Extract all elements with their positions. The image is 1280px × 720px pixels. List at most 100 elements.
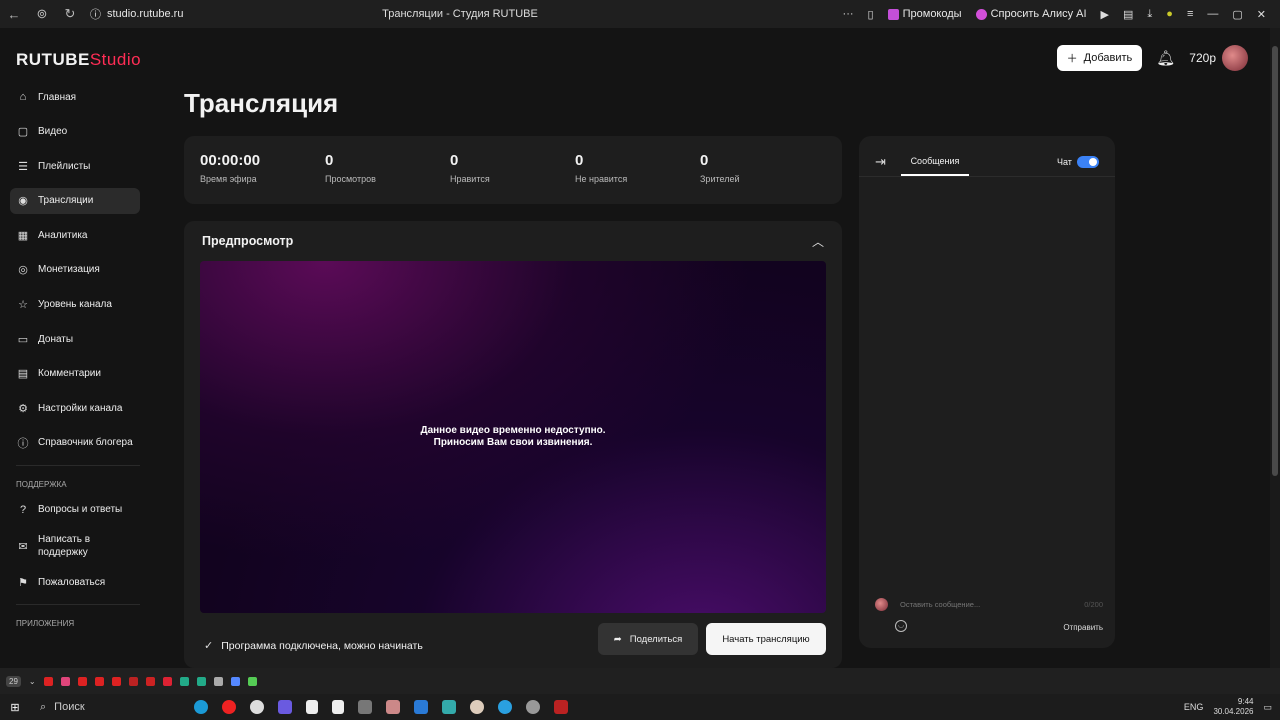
browser-tab[interactable] [179, 676, 189, 686]
sidebar-item-report[interactable]: ⚑ Пожаловаться [10, 570, 140, 596]
chat-panel: ⇥ Сообщения Чат 0/200 ◡ Отправить [859, 136, 1115, 648]
browser-tab[interactable] [111, 676, 121, 686]
tab-favicon-icon [145, 676, 155, 686]
bookmark-icon[interactable]: ▯ [868, 8, 874, 21]
start-broadcast-button[interactable]: Начать трансляцию [706, 623, 826, 655]
more-icon[interactable]: ··· [843, 8, 854, 20]
promo-button[interactable]: Промокоды [887, 8, 962, 20]
tab-messages[interactable]: Сообщения [901, 156, 969, 176]
page-scrollbar[interactable] [1270, 28, 1280, 668]
maximize-icon[interactable]: ▢ [1232, 8, 1242, 21]
windows-start-icon[interactable]: ⊞ [0, 701, 30, 714]
chevron-down-icon[interactable]: ⌄ [29, 677, 36, 686]
sidebar-item-monetization[interactable]: ◎ Монетизация [10, 257, 140, 283]
alice-icon [975, 8, 987, 20]
taskbar-search[interactable]: ⌕ Поиск [30, 701, 170, 714]
preview-title: Предпросмотр [202, 234, 294, 248]
alice-button[interactable]: Спросить Алису AI [975, 8, 1087, 20]
tab-favicon-icon [196, 676, 206, 686]
browser-tab[interactable] [162, 676, 172, 686]
sidebar-item-broadcasts[interactable]: ◉ Трансляции [10, 187, 140, 214]
collapse-panel-icon[interactable]: ⇥ [875, 154, 886, 170]
browser-tab[interactable] [213, 676, 223, 686]
app-icon[interactable] [554, 700, 568, 714]
app-icon[interactable] [278, 700, 292, 714]
yandex-app-icon[interactable] [222, 700, 236, 714]
browser-tab[interactable] [94, 676, 104, 686]
lang-indicator[interactable]: ENG [1184, 702, 1204, 712]
extensions-icon[interactable]: ⊚ [28, 6, 56, 22]
clock[interactable]: 9:44 30.04.2026 [1213, 697, 1253, 717]
share-button[interactable]: ➦ Поделиться [598, 623, 698, 655]
sidebar-item-analytics[interactable]: ▦ Аналитика [10, 222, 140, 248]
file-icon[interactable] [332, 700, 344, 714]
promo-icon [887, 8, 899, 20]
video-player[interactable]: Данное видео временно недоступно. Принос… [200, 261, 826, 613]
sidebar-item-settings[interactable]: ⚙ Настройки канала [10, 395, 140, 421]
sidebar-item-donations[interactable]: ▭ Донаты [10, 326, 140, 352]
browser-tab[interactable] [145, 676, 155, 686]
emoji-icon[interactable]: ◡ [895, 620, 907, 632]
chat-message-input[interactable] [900, 599, 1085, 609]
collections-icon[interactable]: ▤ [1123, 8, 1133, 21]
browser-tab[interactable] [128, 676, 138, 686]
account-menu[interactable]: 720р [1189, 45, 1248, 71]
browser-tab[interactable] [60, 676, 70, 686]
chat-toggle[interactable] [1077, 156, 1099, 168]
chevron-up-icon[interactable]: ︿ [812, 233, 824, 250]
sidebar-item-home[interactable]: ⌂ Главная [10, 84, 140, 110]
stat-value: 0 [450, 152, 459, 169]
sidebar-item-blogger-guide[interactable]: ⓘ Справочник блогера [10, 430, 140, 456]
reload-icon[interactable]: ↻ [56, 6, 84, 22]
browser-tab[interactable] [196, 676, 206, 686]
add-button[interactable]: ＋ Добавить [1056, 45, 1143, 71]
app-icon[interactable] [414, 700, 428, 714]
site-info-icon[interactable]: ⓘ [90, 6, 101, 22]
download-icon[interactable]: ⤓ [1147, 8, 1152, 21]
extension-icon[interactable]: ● [1166, 8, 1173, 20]
browser-tab[interactable] [247, 676, 257, 686]
app-icon[interactable] [386, 700, 400, 714]
stat-label: Просмотров [325, 174, 376, 184]
notifications-bell-icon[interactable]: 🔔︎ [1156, 49, 1175, 67]
media-icon[interactable]: ▶ [1101, 8, 1109, 21]
browser-tab[interactable] [230, 676, 240, 686]
chrome-app-icon[interactable] [250, 700, 264, 714]
playlist-icon: ☰ [18, 160, 28, 173]
add-button-label: Добавить [1083, 52, 1133, 64]
broadcast-icon: ◉ [18, 195, 28, 208]
chat-toggle-label: Чат [1057, 157, 1072, 167]
comments-icon: ▤ [17, 368, 29, 381]
close-icon[interactable]: ✕ [1257, 8, 1266, 21]
yandex-browser-app-icon[interactable] [470, 700, 484, 714]
back-icon[interactable]: ← [0, 7, 28, 22]
tab-favicon-icon [128, 676, 138, 686]
minimize-icon[interactable]: — [1207, 8, 1218, 20]
sidebar-item-comments[interactable]: ▤ Комментарии [10, 361, 140, 387]
app-icon[interactable] [442, 700, 456, 714]
sidebar-item-contact-support[interactable]: ✉ Написать в поддержку [10, 531, 140, 561]
menu-icon[interactable]: ≡ [1187, 8, 1193, 20]
sidebar-item-faq[interactable]: ? Вопросы и ответы [10, 497, 140, 523]
sidebar: ⌂ Главная ▢ Видео ☰ Плейлисты ◉ Трансляции ▦… [10, 84, 140, 636]
telegram-app-icon[interactable] [498, 700, 512, 714]
stat-value: 0 [700, 152, 709, 169]
scrollbar-thumb[interactable] [1272, 46, 1278, 476]
settings-app-icon[interactable] [526, 700, 540, 714]
sidebar-item-video[interactable]: ▢ Видео [10, 119, 140, 145]
clock-time: 9:44 [1237, 697, 1254, 706]
sidebar-item-channel-level[interactable]: ☆ Уровень канала [10, 292, 140, 318]
logo[interactable]: RUTUBEStudio [16, 50, 141, 70]
edge-app-icon[interactable] [194, 700, 208, 714]
tab-count-badge[interactable]: 29 [6, 675, 21, 687]
browser-tab[interactable] [77, 676, 87, 686]
send-button[interactable]: Отправить [1063, 623, 1103, 632]
tab-favicon-icon [43, 676, 53, 686]
address-bar[interactable]: ⓘ studio.rutube.ru [90, 6, 183, 22]
browser-tab[interactable] [43, 676, 53, 686]
app-icon[interactable] [358, 700, 372, 714]
sidebar-item-label: Написать в поддержку [38, 534, 91, 559]
notification-center-icon[interactable]: ▭ [1263, 702, 1272, 713]
sidebar-item-playlists[interactable]: ☰ Плейлисты [10, 153, 140, 179]
app-icon[interactable] [306, 700, 318, 714]
